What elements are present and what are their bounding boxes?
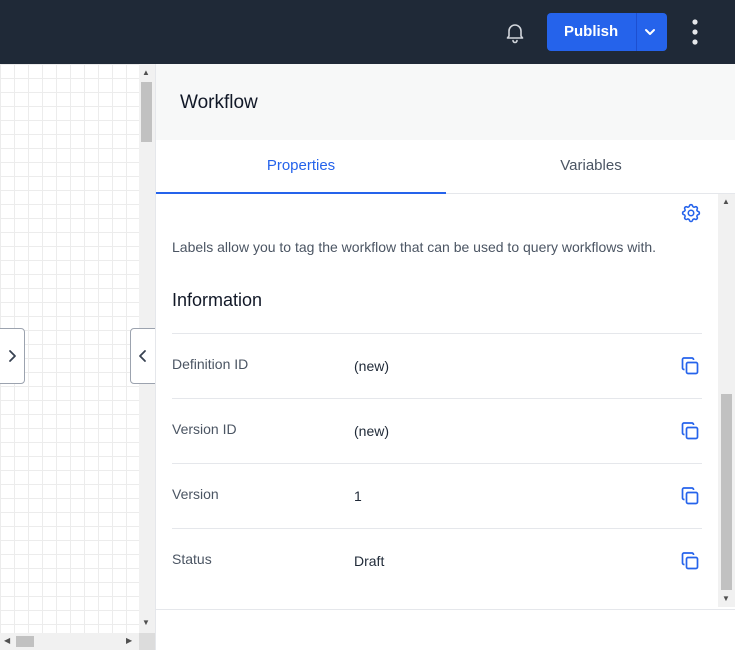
info-row-version: Version 1 (172, 463, 702, 529)
panel-content: Labels allow you to tag the workflow tha… (156, 194, 719, 609)
canvas-vertical-scroll-thumb[interactable] (141, 82, 152, 142)
info-label: Version ID (172, 421, 237, 437)
chevron-left-icon (139, 350, 146, 362)
info-label: Status (172, 551, 212, 567)
tab-properties[interactable]: Properties (156, 140, 446, 194)
info-value: (new) (354, 358, 390, 374)
panel-vertical-scrollbar[interactable]: ▲ ▼ (718, 194, 735, 607)
scroll-corner (139, 633, 155, 650)
info-label: Definition ID (172, 356, 249, 372)
publish-button-divider (636, 13, 637, 51)
panel-vertical-scroll-thumb[interactable] (721, 394, 732, 590)
top-bar: Publish (0, 0, 735, 64)
info-row-version-id: Version ID (new) (172, 398, 702, 464)
copy-icon[interactable] (680, 356, 700, 376)
panel-title: Workflow (180, 92, 258, 113)
canvas-horizontal-scroll-thumb[interactable] (16, 636, 34, 647)
info-value: (new) (354, 423, 390, 439)
copy-icon[interactable] (680, 486, 700, 506)
scroll-up-arrow-icon[interactable]: ▲ (722, 198, 730, 206)
info-label: Version (172, 486, 219, 502)
information-heading: Information (172, 290, 263, 310)
panel-tabs: Properties Variables (156, 140, 735, 194)
bell-icon[interactable] (503, 20, 527, 44)
info-row-status: Status Draft (172, 528, 702, 594)
tab-variables[interactable]: Variables (446, 140, 735, 194)
scroll-right-arrow-icon[interactable]: ▶ (126, 637, 132, 645)
info-value: 1 (354, 488, 362, 504)
content-divider (156, 609, 735, 610)
canvas-horizontal-scrollbar[interactable]: ◀ ▶ (0, 633, 139, 650)
vertical-ellipsis-icon[interactable] (685, 18, 705, 46)
publish-button[interactable]: Publish (547, 13, 667, 51)
workflow-properties-panel: Workflow Properties Variables Labels all… (155, 64, 735, 650)
scroll-down-arrow-icon[interactable]: ▼ (722, 595, 730, 603)
collapse-panel-button[interactable] (130, 328, 156, 384)
chevron-right-icon (9, 350, 16, 362)
expand-toolbox-button[interactable] (0, 328, 25, 384)
labels-description: Labels allow you to tag the workflow tha… (172, 239, 657, 255)
copy-icon[interactable] (680, 551, 700, 571)
scroll-down-arrow-icon[interactable]: ▼ (142, 619, 150, 627)
copy-icon[interactable] (680, 421, 700, 441)
publish-button-label: Publish (564, 23, 619, 40)
scroll-left-arrow-icon[interactable]: ◀ (4, 637, 10, 645)
scroll-up-arrow-icon[interactable]: ▲ (142, 69, 150, 77)
info-value: Draft (354, 553, 385, 569)
chevron-down-icon[interactable] (642, 24, 658, 40)
gear-icon[interactable] (680, 202, 702, 224)
info-row-definition-id: Definition ID (new) (172, 333, 702, 399)
panel-header: Workflow (156, 64, 735, 140)
